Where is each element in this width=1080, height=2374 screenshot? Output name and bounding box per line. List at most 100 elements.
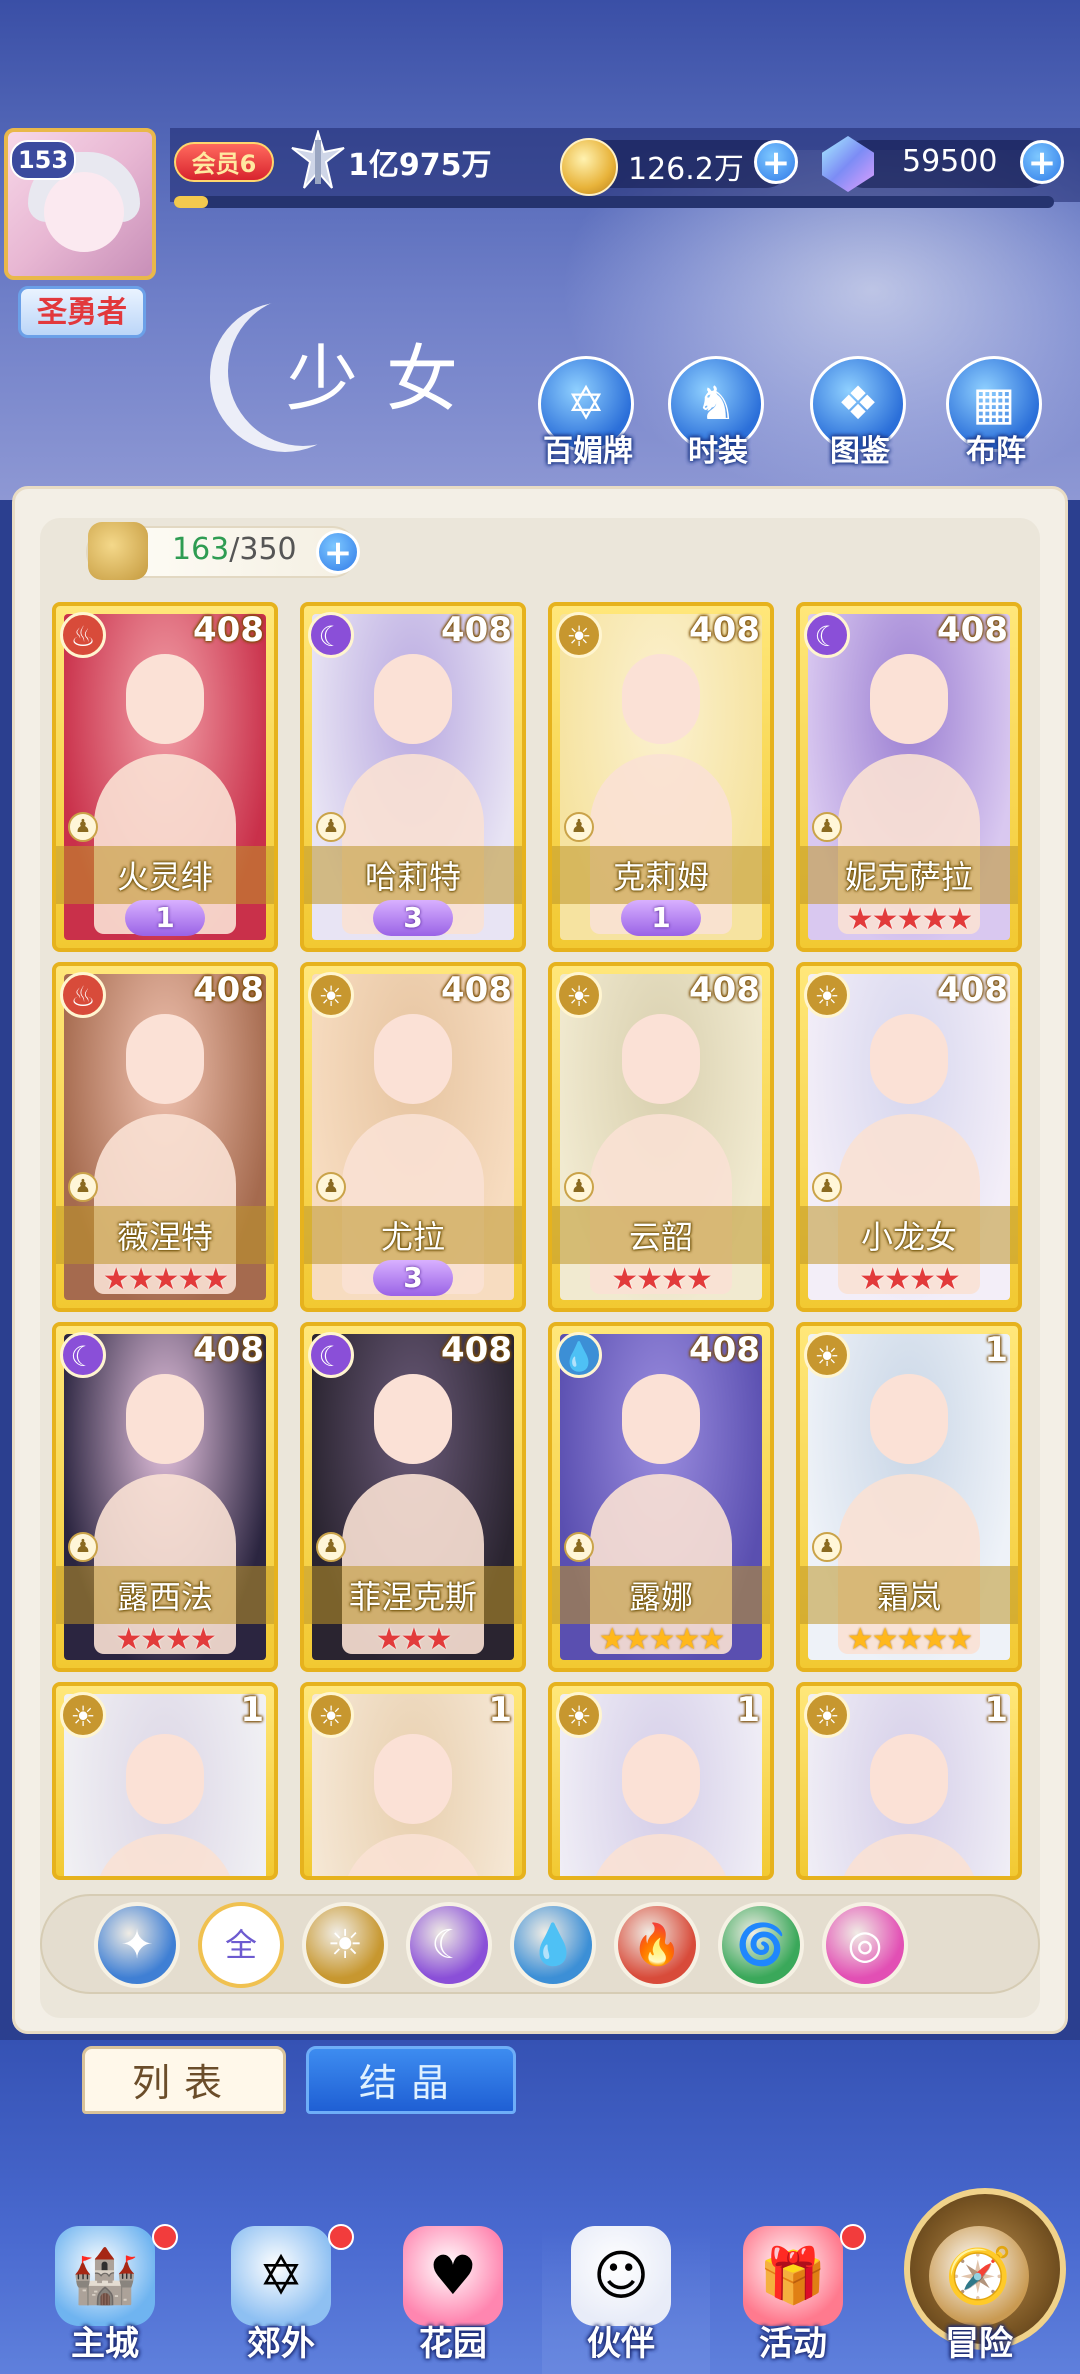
- sun-element-icon: ☀: [804, 972, 850, 1018]
- partner-card[interactable]: ☾ 408 ♟ 妮克萨拉 ★★★★★: [796, 602, 1022, 952]
- star-icon: ★: [140, 1622, 167, 1657]
- nav-castle[interactable]: 🏰 主城: [30, 2216, 180, 2366]
- menu-formation[interactable]: ▦ 布阵: [946, 356, 1046, 469]
- partner-name: 云韶: [628, 1218, 693, 1256]
- menu-label: 时装: [688, 434, 748, 469]
- partner-level: 408: [441, 970, 512, 1010]
- nav-label: 伙伴: [587, 2324, 655, 2364]
- partner-name: 薇涅特: [116, 1218, 213, 1256]
- nav-heart[interactable]: ♥ 花园: [378, 2216, 528, 2366]
- partner-card[interactable]: ☾ 408 ♟ 菲涅克斯 ★★★: [300, 1322, 526, 1672]
- partner-icon: ☺: [571, 2226, 671, 2326]
- partner-level: 408: [689, 1330, 760, 1370]
- add-gems-button[interactable]: +: [1020, 140, 1064, 184]
- star-rating: ★★★★★: [56, 1264, 274, 1296]
- partner-card[interactable]: ☀ 408 ♟ 小龙女 ★★★★: [796, 962, 1022, 1312]
- star-icon: ★: [859, 1262, 886, 1297]
- tab-list[interactable]: 列表: [82, 2046, 286, 2114]
- combat-power-value: 1亿975万: [348, 148, 492, 183]
- water-element-icon: 💧: [556, 1332, 602, 1378]
- star-icon: ★: [884, 1262, 911, 1297]
- roster-current: 163: [172, 532, 230, 567]
- avatar-face: [44, 172, 124, 252]
- nav-partner[interactable]: ☺ 伙伴: [546, 2216, 696, 2366]
- experience-bar: [174, 196, 1054, 208]
- tab-crystal[interactable]: 结晶: [306, 2046, 516, 2114]
- page-title: 少女: [286, 337, 487, 421]
- partner-level: 408: [193, 610, 264, 650]
- gem-amount: 59500: [902, 144, 998, 179]
- portrait-face: [374, 1734, 452, 1824]
- partner-card[interactable]: ☀ 1: [52, 1682, 278, 1880]
- partner-card[interactable]: ☀ 408 ♟ 云韶 ★★★★: [548, 962, 774, 1312]
- class-pawn-icon: ♟: [564, 1172, 594, 1202]
- player-title-badge[interactable]: 圣勇者: [18, 286, 146, 338]
- portrait-face: [622, 1734, 700, 1824]
- partner-card[interactable]: ☾ 408 ♟ 露西法 ★★★★: [52, 1322, 278, 1672]
- filter-wind-button[interactable]: 🌀: [718, 1902, 804, 1988]
- star-icon: ★: [946, 1622, 973, 1657]
- filter-dark-button[interactable]: ☾: [406, 1902, 492, 1988]
- partner-name: 哈莉特: [364, 858, 461, 896]
- portrait-body: [342, 1834, 484, 1876]
- sun-element-icon: ☀: [556, 1692, 602, 1738]
- notification-dot: [840, 2224, 866, 2250]
- awakening-wing-badge: 3: [373, 900, 453, 936]
- portrait-body: [590, 1834, 732, 1876]
- sun-element-icon: ☀: [556, 972, 602, 1018]
- partner-level: 1: [240, 1690, 264, 1730]
- partner-name: 露娜: [628, 1578, 693, 1616]
- star-icon: ★: [896, 1622, 924, 1657]
- filter-water-button[interactable]: 💧: [510, 1902, 596, 1988]
- partner-level: 1: [488, 1690, 512, 1730]
- class-pawn-icon: ♟: [564, 812, 594, 842]
- partner-name: 菲涅克斯: [348, 1578, 477, 1616]
- star-rating: ★★★: [304, 1624, 522, 1656]
- star-icon: ★: [177, 1262, 204, 1297]
- filter-light-button[interactable]: ☀: [302, 1902, 388, 1988]
- filter-wing-button[interactable]: ✦: [94, 1902, 180, 1988]
- star-icon: ★: [661, 1262, 688, 1297]
- partner-card[interactable]: ☀ 408 ♟ 克莉姆 1: [548, 602, 774, 952]
- star-icon: ★: [846, 902, 874, 937]
- star-rating: ★★★★: [800, 1264, 1018, 1296]
- menu-codex[interactable]: ❖ 图鉴: [810, 356, 910, 469]
- partner-level: 1: [736, 1690, 760, 1730]
- partner-card[interactable]: ☀ 1 ♟ 霜岚 ★★★★★: [796, 1322, 1022, 1672]
- partner-card[interactable]: ☀ 1: [796, 1682, 1022, 1880]
- nav-portal[interactable]: ✡ 郊外: [206, 2216, 356, 2366]
- menu-outfits[interactable]: ♞ 时装: [668, 356, 768, 469]
- class-pawn-icon: ♟: [68, 1172, 98, 1202]
- partner-card[interactable]: ☀ 1: [548, 1682, 774, 1880]
- portrait-face: [870, 654, 948, 744]
- portrait-face: [374, 654, 452, 744]
- star-icon: ★: [698, 1622, 725, 1657]
- filter-all-button[interactable]: 全: [198, 1902, 284, 1988]
- portrait-face: [126, 1374, 204, 1464]
- sun-element-icon: ☀: [556, 612, 602, 658]
- class-pawn-icon: ♟: [316, 812, 346, 842]
- nav-gift[interactable]: 🎁 活动: [718, 2216, 868, 2366]
- filter-fire-button[interactable]: 🔥: [614, 1902, 700, 1988]
- add-gold-button[interactable]: +: [754, 140, 798, 184]
- expand-roster-button[interactable]: +: [316, 530, 360, 574]
- player-level-badge: 153: [10, 140, 76, 180]
- partner-card[interactable]: ☀ 408 ♟ 尤拉 3: [300, 962, 526, 1312]
- menu-label: 图鉴: [830, 434, 890, 469]
- partner-card[interactable]: ♨ 408 ♟ 薇涅特 ★★★★★: [52, 962, 278, 1312]
- partner-card[interactable]: ♨ 408 ♟ 火灵绯 1: [52, 602, 278, 952]
- portrait-face: [126, 1734, 204, 1824]
- portrait-face: [126, 654, 204, 744]
- castle-icon: 🏰: [55, 2226, 155, 2326]
- partner-card[interactable]: 💧 408 ♟ 露娜 ★★★★★: [548, 1322, 774, 1672]
- partner-card[interactable]: ☾ 408 ♟ 哈莉特 3: [300, 602, 526, 952]
- partner-card[interactable]: ☀ 1: [300, 1682, 526, 1880]
- heart-icon: ♥: [403, 2226, 503, 2326]
- partner-level: 408: [937, 610, 1008, 650]
- filter-spirit-button[interactable]: ◎: [822, 1902, 908, 1988]
- vip-badge[interactable]: 会员6: [174, 142, 274, 182]
- roster-total: /350: [229, 532, 297, 567]
- nav-compass[interactable]: 🧭 冒险: [904, 2216, 1054, 2366]
- menu-hundred-charm-cards[interactable]: ✡ 百媚牌: [538, 356, 638, 469]
- portrait-face: [622, 1374, 700, 1464]
